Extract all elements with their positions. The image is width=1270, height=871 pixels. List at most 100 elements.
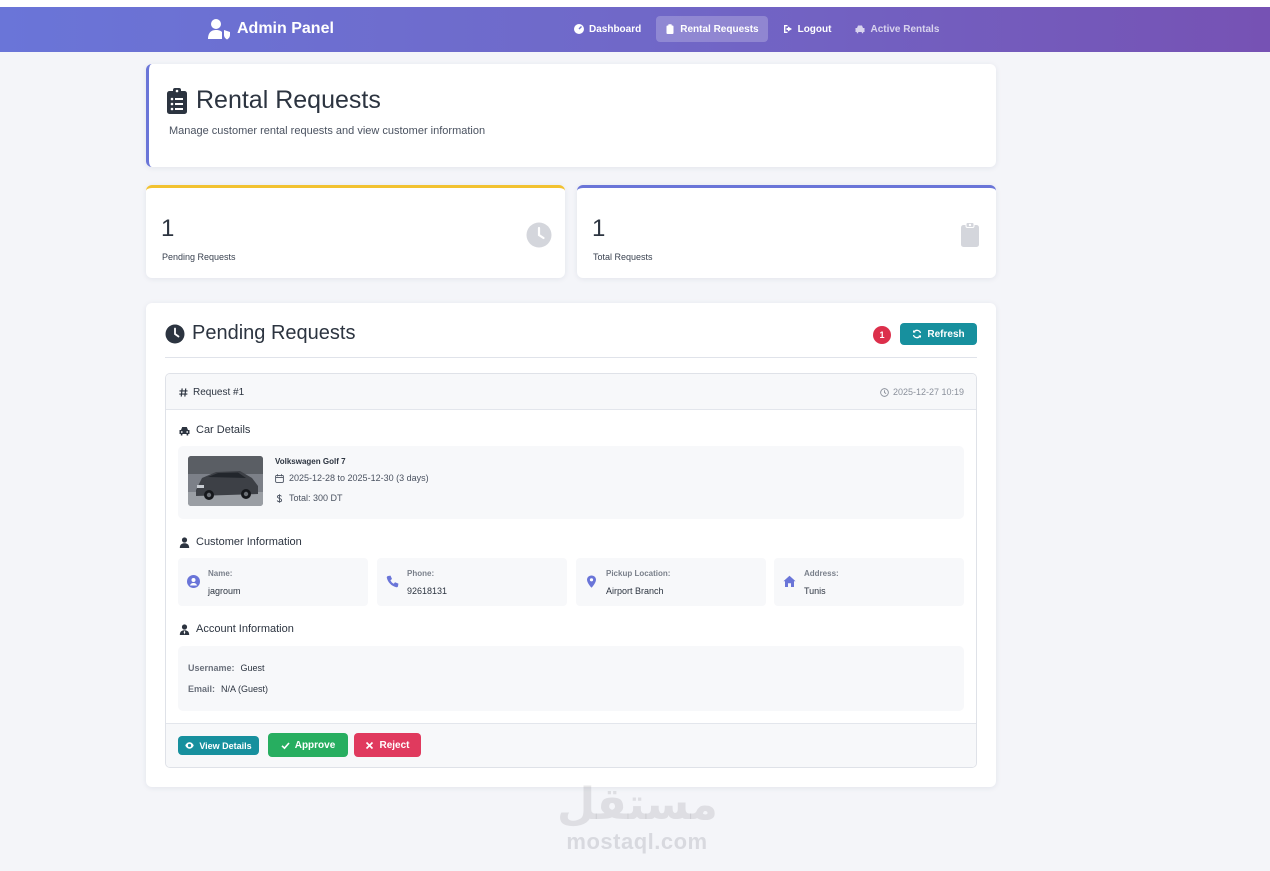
clock-icon — [165, 324, 185, 343]
pickup-location-value: Airport Branch — [606, 586, 664, 596]
approve-button[interactable]: Approve — [268, 733, 348, 757]
request-timestamp-text: 2025-12-27 10:19 — [892, 387, 964, 397]
clock-icon — [526, 222, 552, 248]
account-info-heading: Account Information — [179, 623, 294, 635]
account-username: Username: Guest — [188, 663, 265, 673]
clock-icon — [880, 387, 889, 397]
brand-title: Admin Panel — [237, 20, 334, 37]
car-icon — [855, 25, 865, 34]
stat-total-value: 1 — [592, 215, 606, 242]
car-details-heading: Car Details — [179, 424, 250, 436]
stat-pending-label: Pending Requests — [162, 252, 236, 262]
customer-info-heading: Customer Information — [179, 536, 302, 548]
page-subtitle: Manage customer rental requests and view… — [169, 125, 486, 137]
pending-title: Pending Requests — [165, 322, 355, 345]
car-image[interactable] — [188, 456, 263, 506]
nav-menu: Dashboard Rental Requests Logout Active … — [565, 16, 954, 42]
customer-name-box: Name: jagroum — [178, 558, 368, 606]
reject-label: Reject — [379, 739, 410, 751]
brand[interactable]: Admin Panel — [207, 18, 334, 40]
stat-pending-value: 1 — [161, 215, 175, 242]
check-icon — [281, 741, 290, 749]
user-icon — [179, 536, 190, 548]
stat-card-total: 1 Total Requests — [577, 185, 996, 278]
clipboard-icon — [666, 24, 674, 34]
customer-phone-box: Phone: 92618131 — [377, 558, 567, 606]
clipboard-icon — [961, 222, 979, 247]
refresh-icon — [913, 329, 922, 339]
refresh-label: Refresh — [927, 328, 965, 340]
pending-requests-card: Pending Requests 1 Refresh Request #1 20… — [146, 303, 996, 787]
refresh-button[interactable]: Refresh — [900, 323, 977, 345]
account-info-heading-text: Account Information — [196, 623, 294, 635]
close-icon — [366, 741, 374, 749]
calendar-icon — [275, 473, 284, 483]
eye-icon — [185, 742, 195, 749]
pending-title-text: Pending Requests — [192, 322, 356, 344]
car-details-panel: Volkswagen Golf 7 2025-12-28 to 2025-12-… — [178, 446, 964, 519]
top-strip — [0, 0, 1270, 7]
logout-icon — [783, 25, 792, 33]
view-details-label: View Details — [199, 740, 252, 751]
home-icon — [783, 575, 796, 587]
rental-dates-text: 2025-12-28 to 2025-12-30 (3 days) — [289, 473, 429, 483]
username-label: Username: — [188, 663, 235, 673]
clipboard-list-icon — [167, 87, 187, 114]
nav-active-rentals-label: Active Rentals — [870, 23, 940, 35]
customer-name-value: jagroum — [208, 586, 241, 596]
pending-header: Pending Requests 1 Refresh — [165, 322, 977, 358]
page-header-card: Rental Requests Manage customer rental r… — [146, 64, 996, 167]
customer-address-value: Tunis — [804, 586, 826, 596]
car-photo — [188, 456, 263, 506]
watermark-latin: mostaql.com — [566, 829, 708, 854]
phone-icon — [386, 575, 399, 588]
customer-info-heading-text: Customer Information — [196, 536, 302, 548]
navbar: Admin Panel Dashboard Rental Requests Lo… — [0, 7, 1270, 52]
approve-label: Approve — [294, 739, 336, 751]
watermark-arabic: مستقل — [557, 779, 718, 830]
car-icon — [179, 426, 190, 435]
page-title-text: Rental Requests — [196, 86, 381, 114]
stat-card-pending: 1 Pending Requests — [146, 185, 565, 278]
email-value: N/A (Guest) — [221, 684, 269, 694]
nav-dashboard-label: Dashboard — [589, 23, 642, 35]
request-header: Request #1 2025-12-27 10:19 — [166, 374, 976, 410]
stat-total-label: Total Requests — [593, 252, 653, 262]
view-details-button[interactable]: View Details — [178, 736, 259, 755]
user-shield-icon — [208, 19, 230, 40]
nav-dashboard[interactable]: Dashboard — [565, 16, 650, 42]
nav-active-rentals[interactable]: Active Rentals — [846, 16, 948, 42]
request-id-text: Request #1 — [193, 387, 245, 398]
pending-count-badge: 1 — [873, 326, 891, 344]
watermark: مستقل mostaql.com — [557, 779, 718, 854]
customer-address-box: Address: Tunis — [774, 558, 964, 606]
request-actions: View Details Approve Reject — [166, 723, 976, 767]
dollar-icon — [276, 493, 283, 503]
account-email: Email: N/A (Guest) — [188, 684, 268, 694]
hash-icon — [179, 388, 188, 397]
user-circle-icon — [187, 575, 200, 588]
gauge-icon — [574, 24, 584, 34]
car-details-heading-text: Car Details — [196, 424, 251, 436]
rental-total-text: Total: 300 DT — [289, 493, 343, 503]
nav-logout-label: Logout — [797, 23, 832, 35]
request-id: Request #1 — [179, 387, 244, 398]
username-value: Guest — [240, 663, 265, 673]
rental-total: Total: 300 DT — [275, 493, 343, 503]
customer-name-label: Name: — [208, 569, 233, 578]
nav-rental-requests-label: Rental Requests — [680, 23, 759, 35]
rental-dates: 2025-12-28 to 2025-12-30 (3 days) — [275, 473, 429, 483]
customer-phone-value: 92618131 — [407, 586, 448, 596]
nav-rental-requests[interactable]: Rental Requests — [656, 16, 768, 42]
page-title: Rental Requests — [167, 86, 381, 115]
reject-button[interactable]: Reject — [354, 733, 421, 757]
request-card: Request #1 2025-12-27 10:19 Car Details — [165, 373, 977, 768]
customer-phone-label: Phone: — [407, 569, 435, 578]
request-timestamp: 2025-12-27 10:19 — [880, 387, 964, 397]
nav-logout[interactable]: Logout — [774, 16, 841, 42]
email-label: Email: — [188, 684, 216, 694]
pickup-location-label: Pickup Location: — [606, 569, 671, 578]
user-tie-icon — [179, 623, 190, 635]
pickup-location-box: Pickup Location: Airport Branch — [576, 558, 766, 606]
account-info-panel: Username: Guest Email: N/A (Guest) — [178, 646, 964, 711]
